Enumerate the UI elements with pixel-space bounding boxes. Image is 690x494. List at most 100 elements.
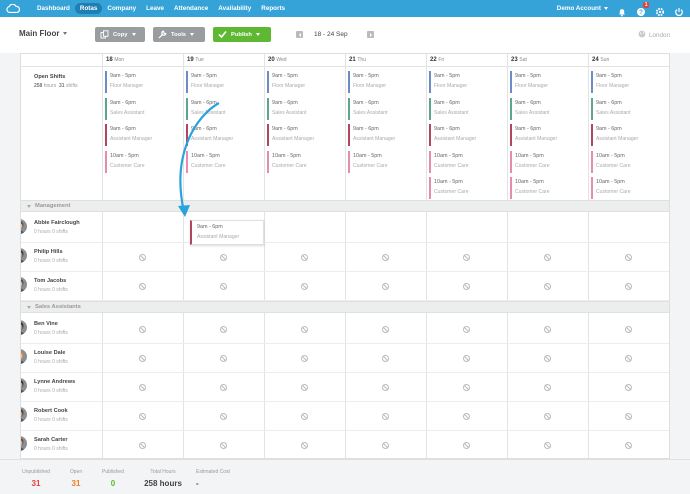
publish-button[interactable]: Publish xyxy=(213,27,271,42)
unavailable-icon[interactable] xyxy=(300,413,308,420)
open-shift-card[interactable]: 9am - 6pm Sales Assistant xyxy=(429,97,499,120)
previous-week-button[interactable] xyxy=(296,31,303,38)
employee-name[interactable]: Abbie Fairclough xyxy=(34,220,80,226)
unavailable-icon[interactable] xyxy=(462,254,470,261)
open-shift-card[interactable]: 9am - 6pm Sales Assistant xyxy=(267,97,337,120)
unavailable-icon[interactable] xyxy=(219,442,227,449)
unavailable-icon[interactable] xyxy=(138,413,146,420)
nav-reports[interactable]: Reports xyxy=(256,3,290,14)
unavailable-icon[interactable] xyxy=(219,355,227,362)
unavailable-icon[interactable] xyxy=(381,442,389,449)
open-shift-card[interactable]: 9am - 5pm Floor Manager xyxy=(429,71,499,93)
unavailable-icon[interactable] xyxy=(462,413,470,420)
next-week-button[interactable] xyxy=(367,31,374,38)
open-shift-card[interactable]: 9am - 6pm Assistant Manager xyxy=(591,124,661,146)
open-shift-card[interactable]: 10am - 5pm Customer Care xyxy=(267,150,337,173)
open-shift-card[interactable]: 9am - 6pm Assistant Manager xyxy=(429,124,499,146)
unavailable-icon[interactable] xyxy=(381,283,389,290)
group-header[interactable]: Sales Assistants xyxy=(21,301,669,313)
open-shift-card[interactable]: 10am - 5pm Customer Care xyxy=(429,177,499,199)
open-shift-card[interactable]: 9am - 6pm Assistant Manager xyxy=(348,124,418,146)
help-icon[interactable]: ? 1 xyxy=(636,1,649,16)
unavailable-icon[interactable] xyxy=(138,442,146,449)
employee-name[interactable]: Sarah Carter xyxy=(34,437,68,443)
unavailable-icon[interactable] xyxy=(624,413,632,420)
unavailable-icon[interactable] xyxy=(300,326,308,333)
employee-name[interactable]: Philip Hills xyxy=(34,249,63,255)
open-shift-card[interactable]: 9am - 6pm Sales Assistant xyxy=(105,97,175,120)
unavailable-icon[interactable] xyxy=(543,355,551,362)
unavailable-icon[interactable] xyxy=(381,384,389,391)
unavailable-icon[interactable] xyxy=(624,283,632,290)
nav-rotas[interactable]: Rotas xyxy=(74,3,103,14)
gear-icon[interactable] xyxy=(655,4,665,16)
unavailable-icon[interactable] xyxy=(624,326,632,333)
open-shift-card[interactable]: 10am - 5pm Customer Care xyxy=(105,150,175,173)
unavailable-icon[interactable] xyxy=(462,326,470,333)
nav-company[interactable]: Company xyxy=(102,3,141,14)
employee-name[interactable]: Ben Vine xyxy=(34,321,58,327)
open-shift-card[interactable]: 9am - 6pm Sales Assistant xyxy=(510,97,580,120)
unavailable-icon[interactable] xyxy=(543,283,551,290)
nav-dashboard[interactable]: Dashboard xyxy=(32,3,75,14)
open-shift-card[interactable]: 9am - 5pm Floor Manager xyxy=(105,71,175,93)
open-shift-card[interactable]: 10am - 5pm Customer Care xyxy=(591,177,661,199)
group-header[interactable]: Management xyxy=(21,200,669,212)
unavailable-icon[interactable] xyxy=(219,326,227,333)
nav-leave[interactable]: Leave xyxy=(141,3,169,14)
unavailable-icon[interactable] xyxy=(138,254,146,261)
nav-attendance[interactable]: Attendance xyxy=(169,3,213,14)
unavailable-icon[interactable] xyxy=(381,326,389,333)
unavailable-icon[interactable] xyxy=(300,355,308,362)
unavailable-icon[interactable] xyxy=(624,384,632,391)
unavailable-icon[interactable] xyxy=(219,413,227,420)
open-shift-card[interactable]: 9am - 6pm Sales Assistant xyxy=(348,97,418,120)
unavailable-icon[interactable] xyxy=(300,442,308,449)
employee-name[interactable]: Tom Jacobs xyxy=(34,278,66,284)
open-shift-card[interactable]: 10am - 5pm Customer Care xyxy=(591,150,661,173)
unavailable-icon[interactable] xyxy=(462,384,470,391)
unavailable-icon[interactable] xyxy=(138,326,146,333)
copy-button[interactable]: Copy xyxy=(95,27,145,42)
unavailable-icon[interactable] xyxy=(138,384,146,391)
unavailable-icon[interactable] xyxy=(543,254,551,261)
open-shift-card[interactable]: 10am - 5pm Customer Care xyxy=(186,150,256,173)
unavailable-icon[interactable] xyxy=(381,355,389,362)
employee-name[interactable]: Lynne Andrews xyxy=(34,379,75,385)
open-shift-card[interactable]: 9am - 6pm Assistant Manager xyxy=(186,124,256,146)
unavailable-icon[interactable] xyxy=(300,384,308,391)
open-shift-card[interactable]: 9am - 6pm Assistant Manager xyxy=(267,124,337,146)
unavailable-icon[interactable] xyxy=(138,355,146,362)
cloud-logo-icon[interactable] xyxy=(6,4,20,13)
unavailable-icon[interactable] xyxy=(300,254,308,261)
unavailable-icon[interactable] xyxy=(219,283,227,290)
open-shift-card[interactable]: 9am - 6pm Assistant Manager xyxy=(105,124,175,146)
open-shift-card[interactable]: 9am - 6pm Assistant Manager xyxy=(510,124,580,146)
open-shift-card[interactable]: 9am - 6pm Sales Assistant xyxy=(591,97,661,120)
unavailable-icon[interactable] xyxy=(543,384,551,391)
unavailable-icon[interactable] xyxy=(381,413,389,420)
open-shift-card[interactable]: 9am - 5pm Floor Manager xyxy=(510,71,580,93)
employee-name[interactable]: Louise Dale xyxy=(34,350,65,356)
location-selector[interactable]: Main Floor xyxy=(19,29,68,38)
bell-icon[interactable] xyxy=(617,4,627,16)
employee-name[interactable]: Robert Cook xyxy=(34,408,68,414)
open-shift-card[interactable]: 9am - 5pm Floor Manager xyxy=(186,71,256,93)
account-menu[interactable]: Demo Account xyxy=(557,5,608,12)
open-shift-card[interactable]: 10am - 5pm Customer Care xyxy=(510,150,580,173)
unavailable-icon[interactable] xyxy=(543,413,551,420)
unavailable-icon[interactable] xyxy=(462,283,470,290)
unavailable-icon[interactable] xyxy=(462,355,470,362)
power-icon[interactable] xyxy=(674,4,684,16)
open-shift-card[interactable]: 9am - 5pm Floor Manager xyxy=(348,71,418,93)
open-shift-card[interactable]: 10am - 5pm Customer Care xyxy=(510,177,580,199)
unavailable-icon[interactable] xyxy=(624,442,632,449)
open-shift-card[interactable]: 10am - 5pm Customer Care xyxy=(348,150,418,173)
unavailable-icon[interactable] xyxy=(624,254,632,261)
unavailable-icon[interactable] xyxy=(300,283,308,290)
open-shift-card[interactable]: 9am - 5pm Floor Manager xyxy=(591,71,661,93)
open-shift-card[interactable]: 10am - 5pm Customer Care xyxy=(429,150,499,173)
unavailable-icon[interactable] xyxy=(543,442,551,449)
unavailable-icon[interactable] xyxy=(381,254,389,261)
open-shift-card[interactable]: 9am - 6pm Sales Assistant xyxy=(186,97,256,120)
